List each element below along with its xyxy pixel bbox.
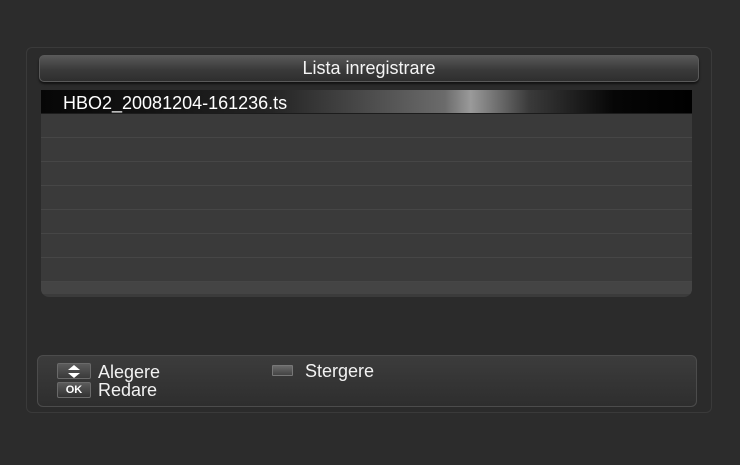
up-down-arrows-icon [57,363,91,379]
recording-name: HBO2_20081204-161236.ts [63,93,288,113]
delete-help-label: Stergere [305,361,375,381]
list-item[interactable] [41,162,692,186]
list-item[interactable] [41,114,692,138]
list-item[interactable] [41,186,692,210]
list-item[interactable] [41,234,692,258]
recording-list[interactable]: HBO2_20081204-161236.ts [41,90,692,297]
list-footer [41,282,692,294]
edit-help-label: Redare [98,380,158,400]
red-key-icon [272,365,293,376]
page-title: Lista inregistrare [39,55,699,82]
select-help-label: Alegere [98,362,161,382]
list-item[interactable]: HBO2_20081204-161236.ts [41,90,692,114]
ok-key-icon: OK [57,382,91,398]
list-item[interactable] [41,210,692,234]
list-item[interactable] [41,258,692,282]
list-item[interactable] [41,138,692,162]
